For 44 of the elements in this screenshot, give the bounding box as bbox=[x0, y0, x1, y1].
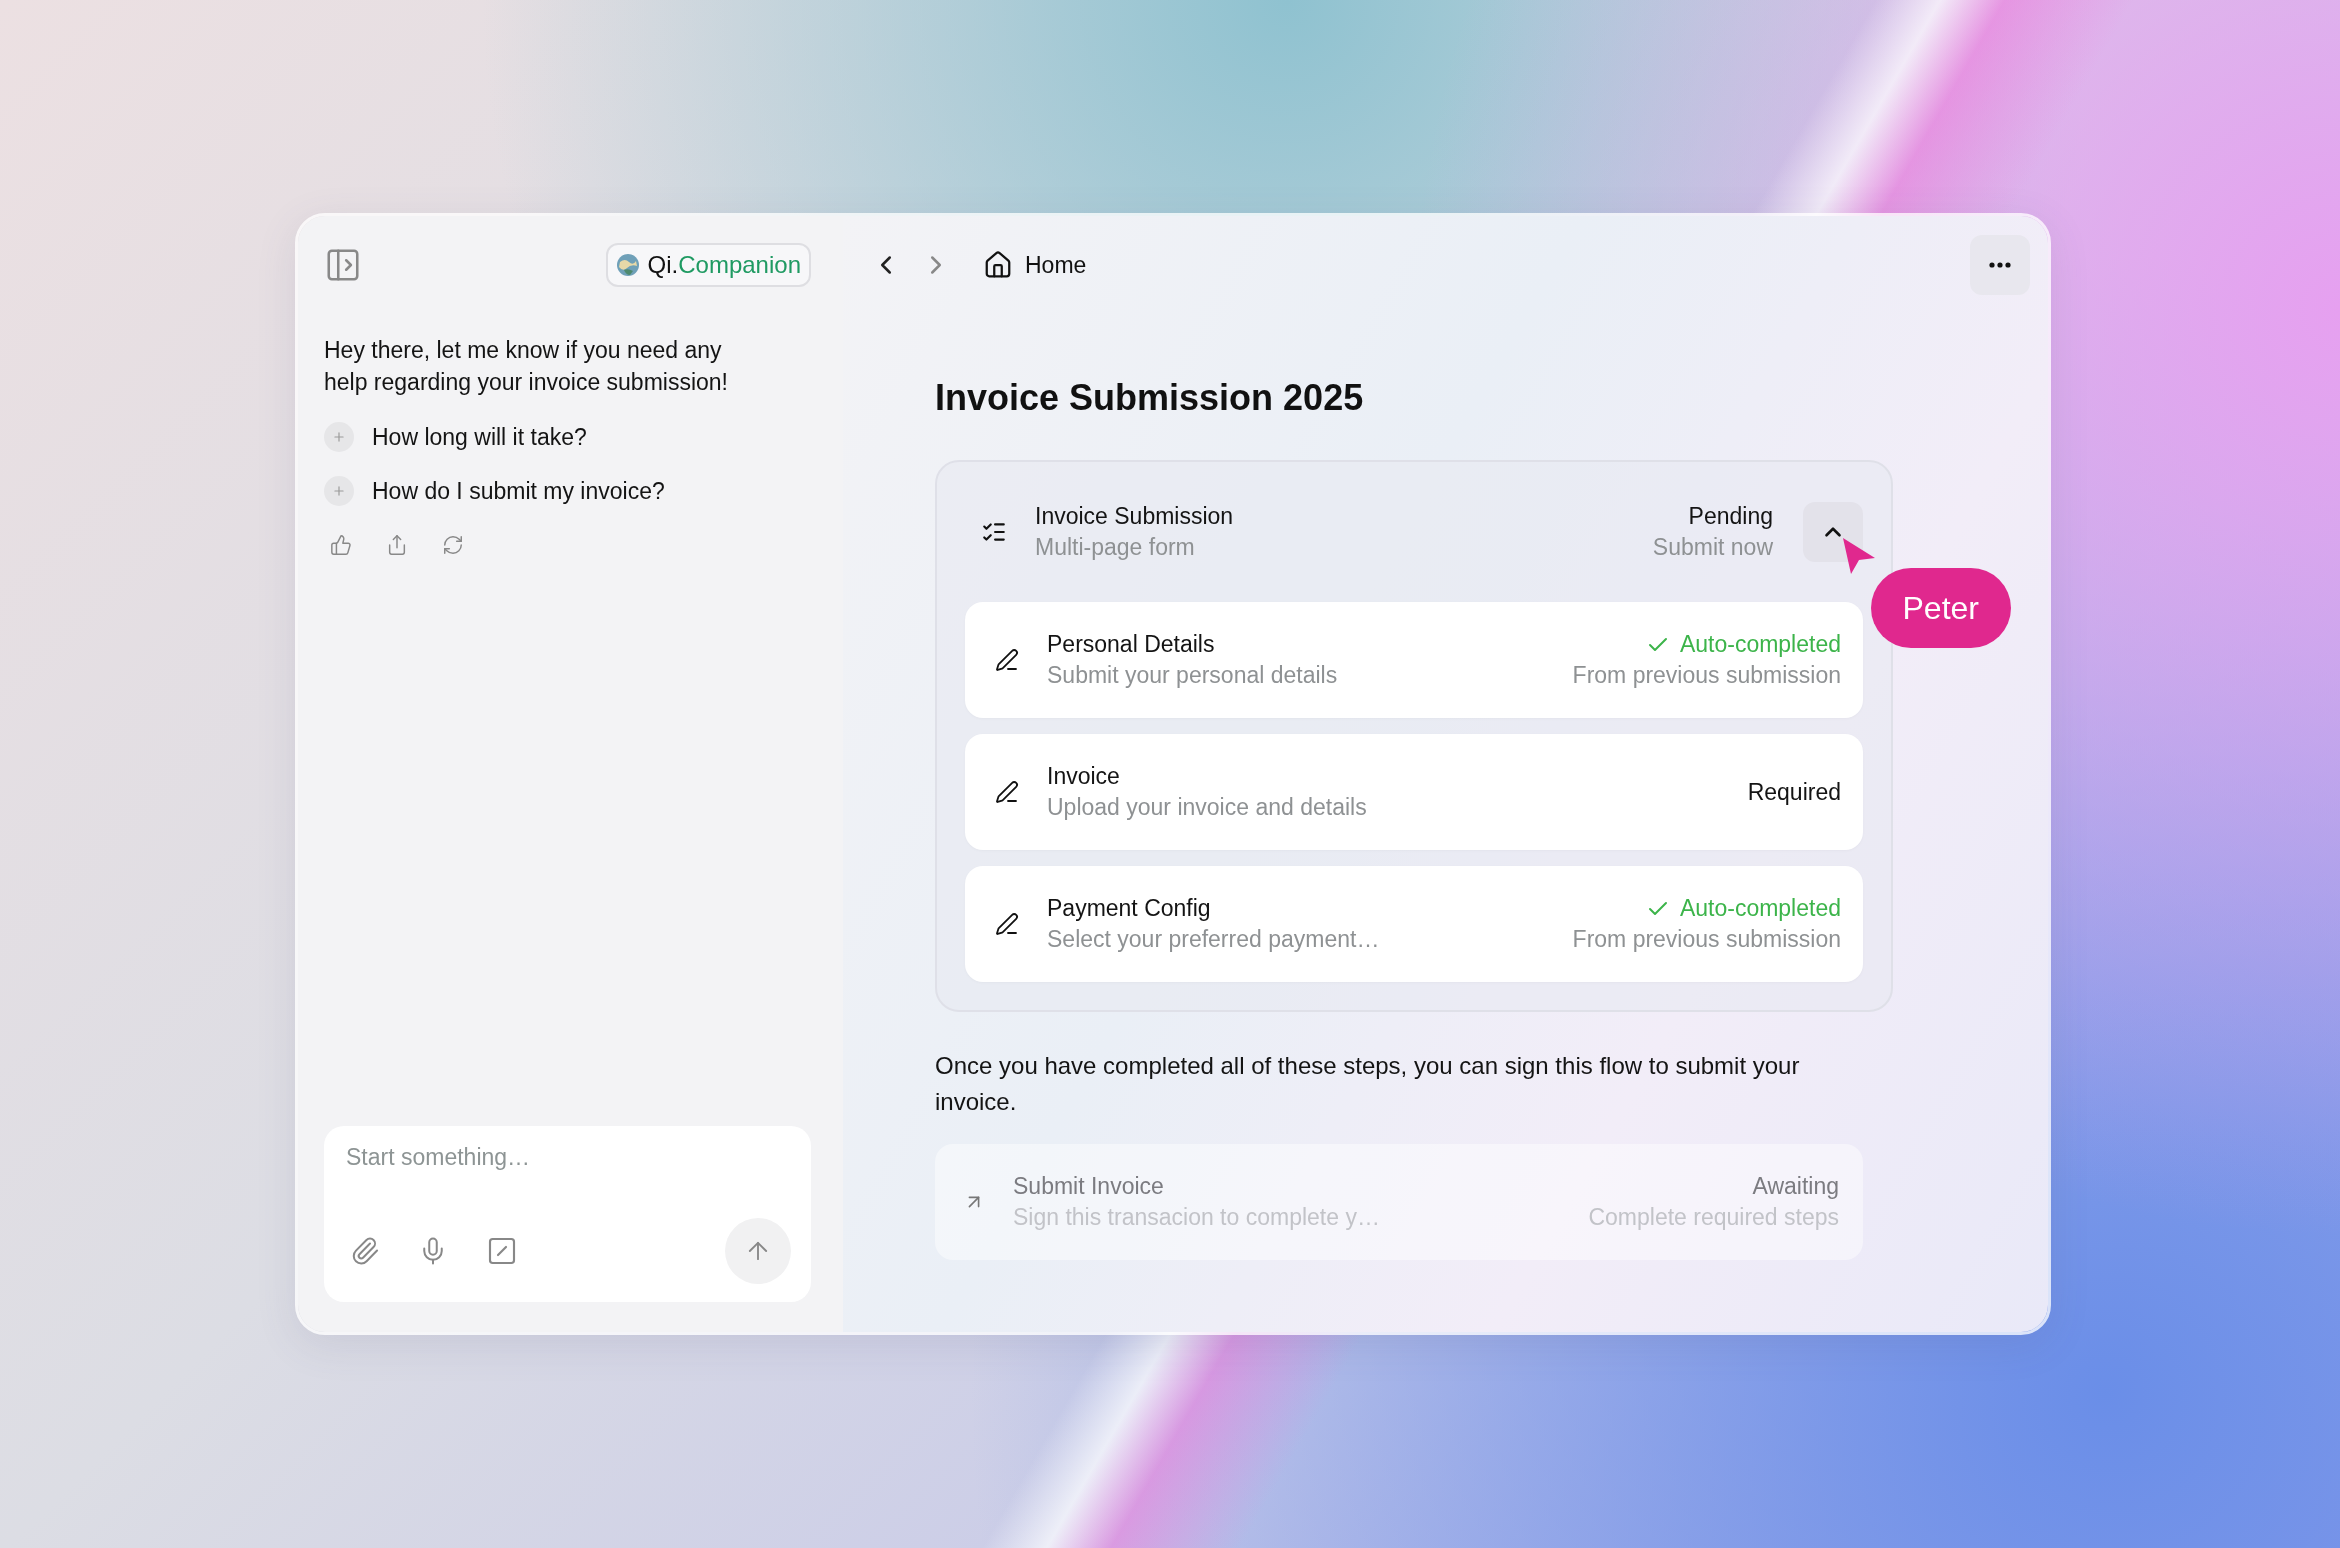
collaborator-badge: Peter bbox=[1870, 568, 2011, 648]
plus-icon bbox=[324, 422, 354, 452]
slash-command-icon[interactable] bbox=[486, 1235, 518, 1267]
sidebar-toggle-icon[interactable] bbox=[324, 246, 362, 284]
plus-icon bbox=[324, 476, 354, 506]
step-title: Payment Config bbox=[1047, 895, 1212, 922]
form-title: Invoice Submission bbox=[1035, 503, 1235, 530]
step-status: Auto-completed bbox=[1645, 631, 1841, 658]
globe-icon bbox=[615, 253, 640, 277]
paperclip-icon[interactable] bbox=[350, 1236, 380, 1266]
more-button[interactable] bbox=[1970, 235, 2030, 295]
assistant-message: Hey there, let me know if you need any help regarding your invoice submission! bbox=[324, 336, 729, 397]
ellipsis-icon bbox=[1989, 262, 2011, 268]
step-note: From previous submission bbox=[1572, 926, 1841, 953]
suggestion-item[interactable]: How long will it take? bbox=[324, 410, 811, 464]
pen-icon bbox=[995, 648, 1019, 672]
step-status: Awaiting bbox=[1752, 1173, 1839, 1200]
instruction-text: Once you have completed all of these steps, you can sign this flow to submit your invoice. bbox=[935, 1051, 1801, 1117]
form-subtitle: Multi-page form bbox=[1035, 534, 1196, 561]
thumbs-up-icon[interactable] bbox=[330, 534, 352, 556]
refresh-icon[interactable] bbox=[442, 534, 464, 556]
step-subtitle: Upload your invoice and details bbox=[1047, 794, 1368, 821]
step-card[interactable]: Personal Details Submit your personal details Auto-completed From previous submission bbox=[965, 602, 1863, 718]
step-note: From previous submission bbox=[1572, 662, 1841, 689]
share-icon[interactable] bbox=[386, 534, 408, 556]
pen-icon bbox=[995, 780, 1019, 804]
message-field[interactable]: Start something… bbox=[346, 1144, 791, 1184]
brand-name: Qi.Companion bbox=[647, 251, 801, 279]
step-status: Required bbox=[1747, 778, 1841, 806]
step-subtitle: Select your preferred payment… bbox=[1047, 926, 1381, 953]
suggestion-item[interactable]: How do I submit my invoice? bbox=[324, 464, 811, 518]
form-status: Pending bbox=[1688, 503, 1773, 530]
step-title: Submit Invoice bbox=[1013, 1173, 1165, 1200]
step-card[interactable]: Payment Config Select your preferred payment… Auto-completed From previous submission bbox=[965, 866, 1863, 982]
step-card[interactable]: Invoice Upload your invoice and details Required bbox=[965, 734, 1863, 850]
step-subtitle: Submit your personal details bbox=[1047, 662, 1339, 689]
home-breadcrumb[interactable]: Home bbox=[983, 250, 1087, 280]
pen-icon bbox=[995, 912, 1019, 936]
step-title: Personal Details bbox=[1047, 631, 1216, 658]
page-title: Invoice Submission 2025 bbox=[935, 376, 1365, 420]
form-status-note: Submit now bbox=[1652, 534, 1773, 561]
step-status: Auto-completed bbox=[1645, 895, 1841, 922]
house-icon bbox=[983, 250, 1013, 280]
step-title: Invoice bbox=[1047, 763, 1121, 790]
